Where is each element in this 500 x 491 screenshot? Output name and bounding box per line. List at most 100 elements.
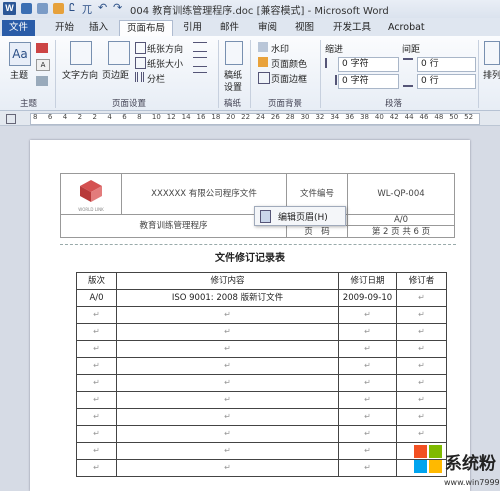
table-cell[interactable]: ↵ — [116, 391, 339, 409]
text-direction-button[interactable]: 文字方向 — [62, 68, 98, 81]
table-cell[interactable]: ↵ — [116, 459, 339, 477]
indent-left-input[interactable]: 0 字符 — [338, 57, 399, 72]
table-cell[interactable]: ↵ — [338, 408, 397, 426]
table-cell[interactable]: ↵ — [116, 357, 339, 375]
table-cell[interactable]: ↵ — [396, 323, 447, 341]
table-cell[interactable]: ↵ — [116, 408, 339, 426]
theme-effects-icon[interactable] — [36, 76, 48, 86]
table-cell[interactable]: ↵ — [76, 323, 117, 341]
table-cell[interactable]: ↵ — [338, 357, 397, 375]
tab-developer[interactable]: 开发工具 — [326, 20, 378, 36]
table-cell[interactable]: ↵ — [396, 374, 447, 392]
table-header-cell[interactable]: 修订者 — [396, 272, 447, 290]
table-cell[interactable]: ↵ — [338, 459, 397, 477]
indent-right-input[interactable]: 0 字符 — [338, 74, 399, 89]
table-cell[interactable]: ↵ — [338, 340, 397, 358]
pi-symbol-icon[interactable]: 兀 — [82, 1, 92, 16]
table-cell[interactable]: ↵ — [76, 340, 117, 358]
table-header-cell[interactable]: 修订内容 — [116, 272, 339, 290]
open-folder-icon[interactable] — [37, 3, 48, 14]
arrange-icon[interactable] — [484, 41, 500, 65]
table-cell[interactable]: ↵ — [76, 357, 117, 375]
tab-page-layout[interactable]: 页面布局 — [119, 20, 174, 37]
table-cell[interactable]: A/0 — [76, 289, 117, 307]
text-format-icon[interactable]: Ꮭ — [69, 1, 75, 15]
arrange-button[interactable]: 排列 — [483, 68, 500, 81]
table-cell[interactable]: ↵ — [116, 374, 339, 392]
ruler-number: 16 — [196, 113, 206, 121]
table-cell[interactable]: ↵ — [116, 306, 339, 324]
tab-insert[interactable]: 插入 — [82, 20, 115, 36]
word-app-icon[interactable]: W — [3, 2, 16, 15]
table-cell[interactable]: ↵ — [396, 408, 447, 426]
table-cell[interactable]: ↵ — [76, 374, 117, 392]
horizontal-ruler[interactable]: 8 6 4 2 2 4 6 8 10 12 14 16 18 20 22 24 26 28 30 32 34 36 38 40… — [0, 111, 500, 126]
tab-acrobat[interactable]: Acrobat — [381, 20, 432, 36]
table-header-cell[interactable]: 修订日期 — [338, 272, 397, 290]
document-page[interactable]: WORLD LINK XXXXXX 有限公司程序文件 文件编号 WL-QP-00… — [30, 140, 470, 491]
table-cell[interactable]: ↵ — [116, 425, 339, 443]
draft-settings-line2[interactable]: 设置 — [224, 80, 242, 93]
table-cell[interactable]: ↵ — [338, 323, 397, 341]
tab-home[interactable]: 开始 — [48, 20, 81, 36]
tab-references[interactable]: 引用 — [176, 20, 209, 36]
tab-file[interactable]: 文件 — [2, 20, 36, 36]
table-cell[interactable]: ISO 9001: 2008 版新订文件 — [116, 289, 339, 307]
table-cell[interactable]: ↵ — [338, 425, 397, 443]
save-icon[interactable] — [21, 3, 32, 14]
watermark-button[interactable]: 水印 — [271, 42, 289, 55]
table-cell[interactable]: ↵ — [76, 306, 117, 324]
table-cell[interactable]: ↵ — [396, 340, 447, 358]
hyphenation-icon[interactable] — [193, 72, 207, 81]
paragraph-mark-icon: ↵ — [364, 463, 371, 472]
columns-button[interactable]: 分栏 — [147, 72, 165, 85]
breaks-icon[interactable] — [193, 42, 207, 52]
margins-button[interactable]: 页边距 — [102, 68, 129, 81]
table-cell[interactable]: ↵ — [76, 391, 117, 409]
table-cell[interactable]: ↵ — [338, 442, 397, 460]
table-cell[interactable]: ↵ — [396, 289, 447, 307]
table-cell[interactable]: 2009-09-10 — [338, 289, 397, 307]
tab-mailings[interactable]: 邮件 — [213, 20, 246, 36]
spacing-after-input[interactable]: 0 行 — [417, 74, 476, 89]
draft-paper-icon[interactable] — [225, 41, 243, 65]
tab-review[interactable]: 审阅 — [251, 20, 284, 36]
table-cell[interactable]: ↵ — [338, 374, 397, 392]
table-cell[interactable]: ↵ — [338, 391, 397, 409]
undo-icon[interactable]: ↶ — [98, 1, 107, 14]
paragraph-mark-icon: ↵ — [224, 412, 231, 421]
table-cell[interactable]: ↵ — [76, 442, 117, 460]
margins-icon[interactable] — [108, 41, 130, 65]
ruler-number: 52 — [464, 113, 474, 121]
paragraph-mark-icon: ↵ — [93, 378, 100, 387]
table-cell[interactable]: ↵ — [396, 391, 447, 409]
size-button[interactable]: 纸张大小 — [147, 57, 183, 70]
edit-header-menu-item[interactable]: 编辑页眉(H) — [278, 210, 328, 223]
line-numbers-icon[interactable] — [193, 57, 207, 67]
themes-button-label[interactable]: 主题 — [10, 68, 28, 81]
theme-fonts-icon[interactable]: A — [36, 59, 50, 71]
context-menu[interactable]: 编辑页眉(H) — [254, 206, 346, 226]
table-cell[interactable]: ↵ — [76, 425, 117, 443]
table-cell[interactable]: ↵ — [76, 408, 117, 426]
table-cell[interactable]: ↵ — [116, 442, 339, 460]
table-cell[interactable]: ↵ — [116, 340, 339, 358]
page-borders-button[interactable]: 页面边框 — [271, 72, 307, 85]
tab-selector-icon[interactable] — [6, 114, 16, 124]
tab-view[interactable]: 视图 — [288, 20, 321, 36]
table-cell[interactable]: ↵ — [396, 306, 447, 324]
table-cell[interactable]: ↵ — [396, 425, 447, 443]
page-color-button[interactable]: 页面颜色 — [271, 57, 307, 70]
spacing-before-input[interactable]: 0 行 — [417, 57, 476, 72]
theme-colors-icon[interactable] — [36, 43, 48, 53]
table-cell[interactable]: ↵ — [338, 306, 397, 324]
table-cell[interactable]: ↵ — [116, 323, 339, 341]
print-preview-icon[interactable] — [53, 3, 64, 14]
themes-icon[interactable]: Aa — [9, 42, 31, 66]
text-direction-icon[interactable] — [70, 41, 92, 65]
table-cell[interactable]: ↵ — [76, 459, 117, 477]
table-cell[interactable]: ↵ — [396, 357, 447, 375]
table-header-cell[interactable]: 版次 — [76, 272, 117, 290]
redo-icon[interactable]: ↷ — [113, 1, 122, 14]
orientation-button[interactable]: 纸张方向 — [147, 42, 183, 55]
